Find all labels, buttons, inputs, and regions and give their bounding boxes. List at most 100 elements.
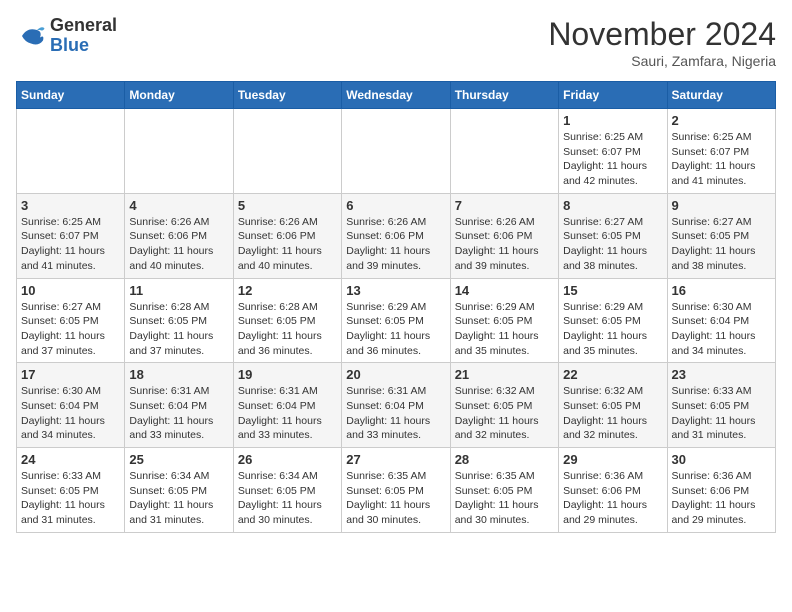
calendar-table: SundayMondayTuesdayWednesdayThursdayFrid… xyxy=(16,81,776,533)
day-info: Sunrise: 6:27 AM Sunset: 6:05 PM Dayligh… xyxy=(672,215,771,274)
day-info: Sunrise: 6:28 AM Sunset: 6:05 PM Dayligh… xyxy=(129,300,228,359)
weekday-header: Sunday xyxy=(17,82,125,109)
logo: General Blue xyxy=(16,16,117,56)
day-info: Sunrise: 6:34 AM Sunset: 6:05 PM Dayligh… xyxy=(238,469,337,528)
day-info: Sunrise: 6:26 AM Sunset: 6:06 PM Dayligh… xyxy=(129,215,228,274)
weekday-header: Thursday xyxy=(450,82,558,109)
day-info: Sunrise: 6:29 AM Sunset: 6:05 PM Dayligh… xyxy=(346,300,445,359)
calendar-day-cell: 17 Sunrise: 6:30 AM Sunset: 6:04 PM Dayli… xyxy=(17,363,125,448)
calendar-day-cell: 8Sunrise: 6:27 AM Sunset: 6:05 PM Daylig… xyxy=(559,193,667,278)
day-info: Sunrise: 6:35 AM Sunset: 6:05 PM Dayligh… xyxy=(346,469,445,528)
day-info: Sunrise: 6:26 AM Sunset: 6:06 PM Dayligh… xyxy=(238,215,337,274)
day-number: 1 xyxy=(563,113,662,128)
calendar-day-cell xyxy=(17,109,125,194)
page-header: General Blue November 2024 Sauri, Zamfar… xyxy=(16,16,776,69)
calendar-day-cell: 9 Sunrise: 6:27 AM Sunset: 6:05 PM Daylig… xyxy=(667,193,775,278)
calendar-day-cell: 7Sunrise: 6:26 AM Sunset: 6:06 PM Daylig… xyxy=(450,193,558,278)
day-number: 28 xyxy=(455,452,554,467)
calendar-day-cell: 26 Sunrise: 6:34 AM Sunset: 6:05 PM Dayli… xyxy=(233,448,341,533)
day-info: Sunrise: 6:28 AM Sunset: 6:05 PM Dayligh… xyxy=(238,300,337,359)
day-info: Sunrise: 6:30 AM Sunset: 6:04 PM Dayligh… xyxy=(21,384,120,443)
day-number: 26 xyxy=(238,452,337,467)
calendar-week-row: 17 Sunrise: 6:30 AM Sunset: 6:04 PM Dayli… xyxy=(17,363,776,448)
calendar-day-cell: 28 Sunrise: 6:35 AM Sunset: 6:05 PM Dayli… xyxy=(450,448,558,533)
calendar-week-row: 24 Sunrise: 6:33 AM Sunset: 6:05 PM Dayli… xyxy=(17,448,776,533)
calendar-day-cell xyxy=(125,109,233,194)
calendar-header-row: SundayMondayTuesdayWednesdayThursdayFrid… xyxy=(17,82,776,109)
day-info: Sunrise: 6:33 AM Sunset: 6:05 PM Dayligh… xyxy=(672,384,771,443)
calendar-day-cell: 12 Sunrise: 6:28 AM Sunset: 6:05 PM Dayli… xyxy=(233,278,341,363)
day-info: Sunrise: 6:32 AM Sunset: 6:05 PM Dayligh… xyxy=(455,384,554,443)
logo-general: General xyxy=(50,15,117,35)
calendar-day-cell: 6 Sunrise: 6:26 AM Sunset: 6:06 PM Daylig… xyxy=(342,193,450,278)
day-number: 23 xyxy=(672,367,771,382)
calendar-day-cell: 16 Sunrise: 6:30 AM Sunset: 6:04 PM Dayli… xyxy=(667,278,775,363)
calendar-day-cell xyxy=(233,109,341,194)
weekday-header: Wednesday xyxy=(342,82,450,109)
calendar-day-cell: 21 Sunrise: 6:32 AM Sunset: 6:05 PM Dayli… xyxy=(450,363,558,448)
day-info: Sunrise: 6:25 AM Sunset: 6:07 PM Dayligh… xyxy=(563,130,662,189)
day-number: 18 xyxy=(129,367,228,382)
day-number: 5 xyxy=(238,198,337,213)
day-info: Sunrise: 6:25 AM Sunset: 6:07 PM Dayligh… xyxy=(672,130,771,189)
day-info: Sunrise: 6:35 AM Sunset: 6:05 PM Dayligh… xyxy=(455,469,554,528)
day-number: 27 xyxy=(346,452,445,467)
day-number: 30 xyxy=(672,452,771,467)
day-info: Sunrise: 6:27 AM Sunset: 6:05 PM Dayligh… xyxy=(21,300,120,359)
calendar-day-cell: 2 Sunrise: 6:25 AM Sunset: 6:07 PM Daylig… xyxy=(667,109,775,194)
day-info: Sunrise: 6:26 AM Sunset: 6:06 PM Dayligh… xyxy=(455,215,554,274)
day-info: Sunrise: 6:25 AM Sunset: 6:07 PM Dayligh… xyxy=(21,215,120,274)
day-number: 11 xyxy=(129,283,228,298)
day-number: 22 xyxy=(563,367,662,382)
calendar-day-cell: 29Sunrise: 6:36 AM Sunset: 6:06 PM Dayli… xyxy=(559,448,667,533)
calendar-day-cell: 24 Sunrise: 6:33 AM Sunset: 6:05 PM Dayli… xyxy=(17,448,125,533)
calendar-day-cell: 4 Sunrise: 6:26 AM Sunset: 6:06 PM Daylig… xyxy=(125,193,233,278)
day-info: Sunrise: 6:36 AM Sunset: 6:06 PM Dayligh… xyxy=(672,469,771,528)
location-subtitle: Sauri, Zamfara, Nigeria xyxy=(548,53,776,69)
logo-bird-icon xyxy=(16,21,46,51)
day-info: Sunrise: 6:30 AM Sunset: 6:04 PM Dayligh… xyxy=(672,300,771,359)
day-number: 4 xyxy=(129,198,228,213)
day-number: 19 xyxy=(238,367,337,382)
day-number: 21 xyxy=(455,367,554,382)
day-number: 9 xyxy=(672,198,771,213)
day-number: 13 xyxy=(346,283,445,298)
day-number: 16 xyxy=(672,283,771,298)
day-info: Sunrise: 6:31 AM Sunset: 6:04 PM Dayligh… xyxy=(238,384,337,443)
month-year-title: November 2024 xyxy=(548,16,776,53)
calendar-day-cell xyxy=(450,109,558,194)
calendar-day-cell: 25Sunrise: 6:34 AM Sunset: 6:05 PM Dayli… xyxy=(125,448,233,533)
calendar-week-row: 10 Sunrise: 6:27 AM Sunset: 6:05 PM Dayli… xyxy=(17,278,776,363)
day-number: 2 xyxy=(672,113,771,128)
calendar-day-cell: 18 Sunrise: 6:31 AM Sunset: 6:04 PM Dayli… xyxy=(125,363,233,448)
calendar-day-cell: 1 Sunrise: 6:25 AM Sunset: 6:07 PM Daylig… xyxy=(559,109,667,194)
day-info: Sunrise: 6:26 AM Sunset: 6:06 PM Dayligh… xyxy=(346,215,445,274)
calendar-day-cell: 13 Sunrise: 6:29 AM Sunset: 6:05 PM Dayli… xyxy=(342,278,450,363)
day-number: 17 xyxy=(21,367,120,382)
day-number: 20 xyxy=(346,367,445,382)
logo-blue: Blue xyxy=(50,35,89,55)
day-info: Sunrise: 6:31 AM Sunset: 6:04 PM Dayligh… xyxy=(129,384,228,443)
day-number: 15 xyxy=(563,283,662,298)
day-number: 10 xyxy=(21,283,120,298)
day-number: 24 xyxy=(21,452,120,467)
day-info: Sunrise: 6:34 AM Sunset: 6:05 PM Dayligh… xyxy=(129,469,228,528)
calendar-week-row: 1 Sunrise: 6:25 AM Sunset: 6:07 PM Daylig… xyxy=(17,109,776,194)
weekday-header: Saturday xyxy=(667,82,775,109)
calendar-day-cell: 5 Sunrise: 6:26 AM Sunset: 6:06 PM Daylig… xyxy=(233,193,341,278)
calendar-day-cell xyxy=(342,109,450,194)
day-info: Sunrise: 6:33 AM Sunset: 6:05 PM Dayligh… xyxy=(21,469,120,528)
calendar-day-cell: 10 Sunrise: 6:27 AM Sunset: 6:05 PM Dayli… xyxy=(17,278,125,363)
calendar-day-cell: 19 Sunrise: 6:31 AM Sunset: 6:04 PM Dayli… xyxy=(233,363,341,448)
day-number: 12 xyxy=(238,283,337,298)
day-info: Sunrise: 6:36 AM Sunset: 6:06 PM Dayligh… xyxy=(563,469,662,528)
day-info: Sunrise: 6:29 AM Sunset: 6:05 PM Dayligh… xyxy=(563,300,662,359)
calendar-day-cell: 3 Sunrise: 6:25 AM Sunset: 6:07 PM Daylig… xyxy=(17,193,125,278)
title-block: November 2024 Sauri, Zamfara, Nigeria xyxy=(548,16,776,69)
calendar-day-cell: 22Sunrise: 6:32 AM Sunset: 6:05 PM Dayli… xyxy=(559,363,667,448)
day-number: 3 xyxy=(21,198,120,213)
calendar-day-cell: 11 Sunrise: 6:28 AM Sunset: 6:05 PM Dayli… xyxy=(125,278,233,363)
weekday-header: Friday xyxy=(559,82,667,109)
calendar-day-cell: 30 Sunrise: 6:36 AM Sunset: 6:06 PM Dayli… xyxy=(667,448,775,533)
day-number: 6 xyxy=(346,198,445,213)
